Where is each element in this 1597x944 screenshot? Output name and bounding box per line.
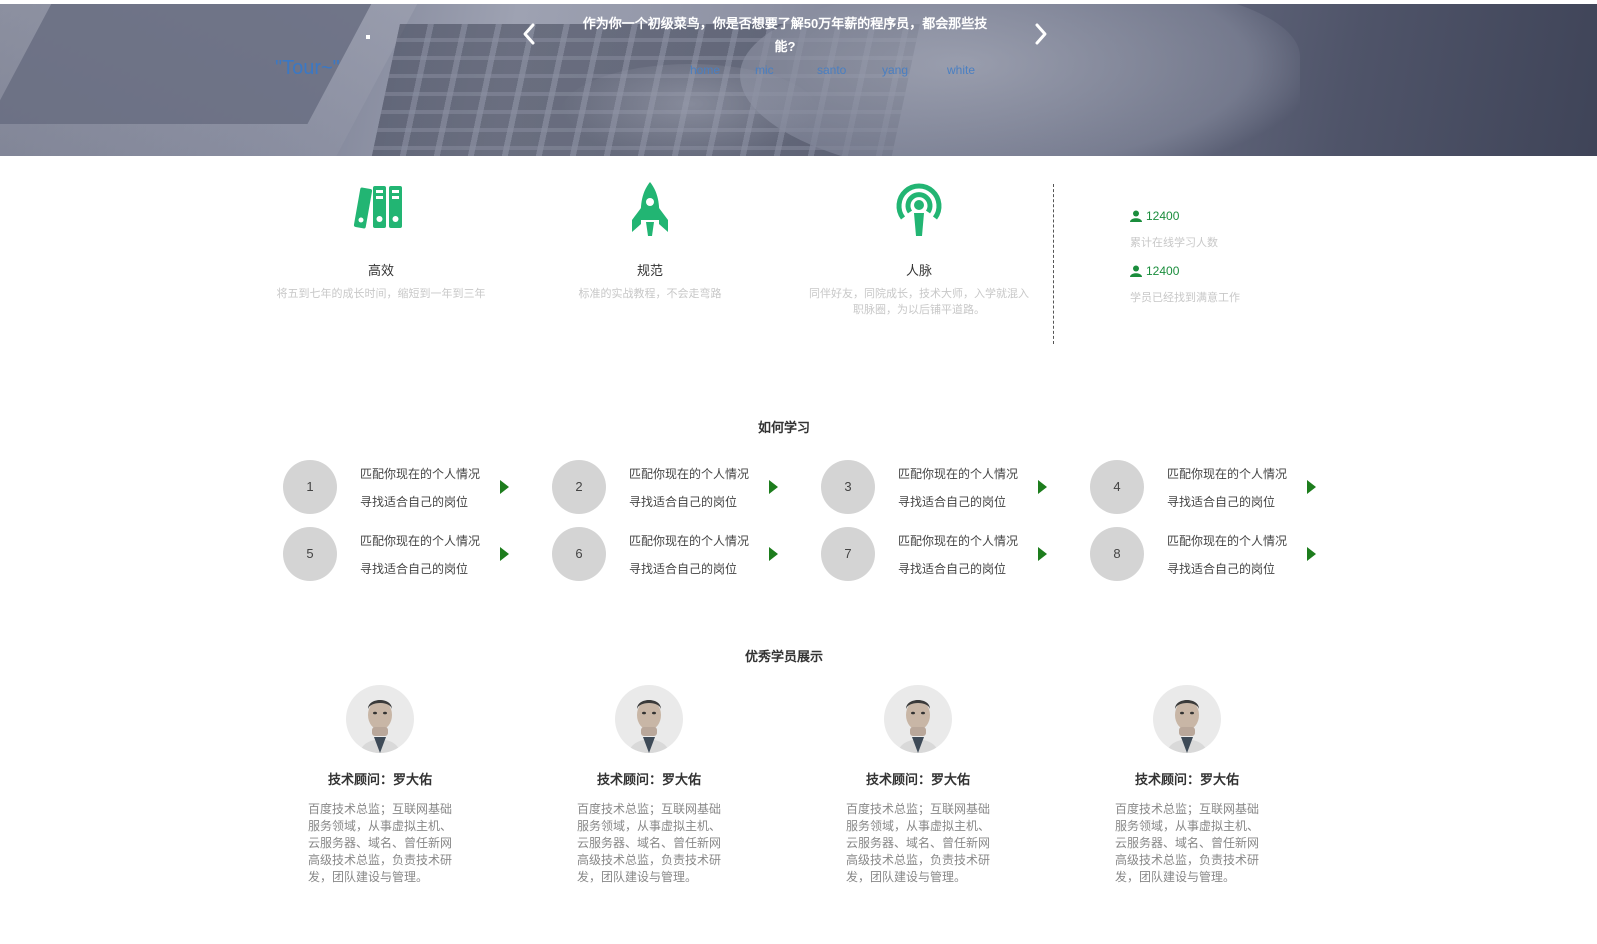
step-number: 1 (283, 460, 337, 514)
step-line2: 寻找适合自己的岗位 (898, 562, 1007, 576)
chevron-left-icon[interactable] (518, 20, 540, 48)
podcast-icon (896, 183, 942, 236)
feature-name: 高效 (367, 263, 394, 278)
step-item[interactable]: 4 匹配你现在的个人情况 寻找适合自己的岗位 (1090, 460, 1340, 516)
step-line2: 寻找适合自己的岗位 (1167, 495, 1276, 509)
feature-divider (1053, 184, 1054, 344)
hero-tour-text: "Tour~" (275, 57, 340, 79)
hero-nav: home mic santo yang white (690, 62, 997, 78)
caret-right-icon (1307, 547, 1316, 561)
step-item[interactable]: 5 匹配你现在的个人情况 寻找适合自己的岗位 (283, 527, 533, 583)
section-title-how-to-learn: 如何学习 (757, 420, 810, 435)
step-item[interactable]: 7 匹配你现在的个人情况 寻找适合自己的岗位 (821, 527, 1071, 583)
hero-title: 作为你一个初级菜鸟，你是否想要了解50万年薪的程序员，都会那些技能? (582, 16, 988, 54)
stat-employed-students: 12400 学员已经找到满意工作 (1130, 263, 1240, 306)
stat-value: 12400 (1146, 264, 1180, 278)
student-name: 技术顾问：罗大佑 (327, 772, 432, 787)
caret-right-icon (1307, 480, 1316, 494)
caret-right-icon (500, 547, 509, 561)
student-avatar (884, 685, 952, 753)
step-line1: 匹配你现在的个人情况 (629, 534, 750, 548)
stat-online-learners: 12400 累计在线学习人数 (1130, 208, 1218, 251)
student-avatar (1153, 685, 1221, 753)
student-name: 技术顾问：罗大佑 (1134, 772, 1239, 787)
student-desc: 百度技术总监；互联网基础服务领域，从事虚拟主机、云服务器、域名、曾任新网高级技术… (1115, 802, 1260, 884)
user-icon (1130, 265, 1142, 277)
feature-desc: 标准的实战教程，不会走弯路 (578, 288, 722, 300)
student-card: 技术顾问：罗大佑 百度技术总监；互联网基础服务领域，从事虚拟主机、云服务器、域名… (1087, 685, 1287, 886)
feature-desc: 将五到七年的成长时间，缩短到一年到三年 (276, 288, 486, 300)
caret-right-icon (769, 547, 778, 561)
caret-right-icon (769, 480, 778, 494)
student-desc: 百度技术总监；互联网基础服务领域，从事虚拟主机、云服务器、域名、曾任新网高级技术… (308, 802, 453, 884)
student-avatar (615, 685, 683, 753)
chevron-right-icon[interactable] (1030, 20, 1052, 48)
step-item[interactable]: 8 匹配你现在的个人情况 寻找适合自己的岗位 (1090, 527, 1340, 583)
step-line2: 寻找适合自己的岗位 (1167, 562, 1276, 576)
step-line1: 匹配你现在的个人情况 (360, 467, 481, 481)
stat-label: 累计在线学习人数 (1130, 237, 1218, 249)
user-icon (1130, 210, 1142, 222)
step-line1: 匹配你现在的个人情况 (1167, 534, 1288, 548)
step-item[interactable]: 1 匹配你现在的个人情况 寻找适合自己的岗位 (283, 460, 533, 516)
hero-nav-white[interactable]: white (947, 62, 997, 78)
student-card: 技术顾问：罗大佑 百度技术总监；互联网基础服务领域，从事虚拟主机、云服务器、域名… (818, 685, 1018, 886)
step-line2: 寻找适合自己的岗位 (360, 562, 469, 576)
step-item[interactable]: 2 匹配你现在的个人情况 寻找适合自己的岗位 (552, 460, 802, 516)
hero-nav-home[interactable]: home (690, 62, 755, 78)
feature-efficient: 高效 将五到七年的成长时间，缩短到一年到三年 (251, 180, 511, 302)
binders-icon (353, 186, 402, 229)
step-number: 4 (1090, 460, 1144, 514)
hero-dot (366, 35, 370, 39)
step-number: 5 (283, 527, 337, 581)
step-line1: 匹配你现在的个人情况 (360, 534, 481, 548)
caret-right-icon (1038, 480, 1047, 494)
step-line1: 匹配你现在的个人情况 (1167, 467, 1288, 481)
hero-banner: "Tour~" 作为你一个初级菜鸟，你是否想要了解50万年薪的程序员，都会那些技… (0, 4, 1597, 156)
stat-value: 12400 (1146, 209, 1180, 223)
step-item[interactable]: 6 匹配你现在的个人情况 寻找适合自己的岗位 (552, 527, 802, 583)
feature-name: 人脉 (905, 263, 932, 278)
step-number: 2 (552, 460, 606, 514)
step-line2: 寻找适合自己的岗位 (360, 495, 469, 509)
step-item[interactable]: 3 匹配你现在的个人情况 寻找适合自己的岗位 (821, 460, 1071, 516)
feature-standard: 规范 标准的实战教程，不会走弯路 (520, 180, 780, 302)
hero-nav-mic[interactable]: mic (755, 62, 817, 78)
step-line2: 寻找适合自己的岗位 (898, 495, 1007, 509)
caret-right-icon (500, 480, 509, 494)
feature-network: 人脉 同伴好友，同院成长，技术大师，入学就混入职脉圈，为以后铺平道路。 (789, 180, 1049, 318)
feature-desc: 同伴好友，同院成长，技术大师，入学就混入职脉圈，为以后铺平道路。 (809, 288, 1029, 316)
rocket-icon (632, 182, 668, 236)
student-card: 技术顾问：罗大佑 百度技术总监；互联网基础服务领域，从事虚拟主机、云服务器、域名… (280, 685, 480, 886)
student-desc: 百度技术总监；互联网基础服务领域，从事虚拟主机、云服务器、域名、曾任新网高级技术… (846, 802, 991, 884)
step-line2: 寻找适合自己的岗位 (629, 562, 738, 576)
step-number: 7 (821, 527, 875, 581)
section-title-students: 优秀学员展示 (744, 649, 823, 664)
step-line2: 寻找适合自己的岗位 (629, 495, 738, 509)
hero-nav-yang[interactable]: yang (882, 62, 947, 78)
step-number: 6 (552, 527, 606, 581)
stat-label: 学员已经找到满意工作 (1130, 292, 1240, 304)
student-card: 技术顾问：罗大佑 百度技术总监；互联网基础服务领域，从事虚拟主机、云服务器、域名… (549, 685, 749, 886)
step-line1: 匹配你现在的个人情况 (898, 534, 1019, 548)
caret-right-icon (1038, 547, 1047, 561)
step-line1: 匹配你现在的个人情况 (629, 467, 750, 481)
step-line1: 匹配你现在的个人情况 (898, 467, 1019, 481)
student-name: 技术顾问：罗大佑 (596, 772, 701, 787)
student-avatar (346, 685, 414, 753)
hero-nav-santo[interactable]: santo (817, 62, 882, 78)
step-number: 8 (1090, 527, 1144, 581)
student-name: 技术顾问：罗大佑 (865, 772, 970, 787)
feature-name: 规范 (636, 263, 663, 278)
student-desc: 百度技术总监；互联网基础服务领域，从事虚拟主机、云服务器、域名、曾任新网高级技术… (577, 802, 722, 884)
step-number: 3 (821, 460, 875, 514)
